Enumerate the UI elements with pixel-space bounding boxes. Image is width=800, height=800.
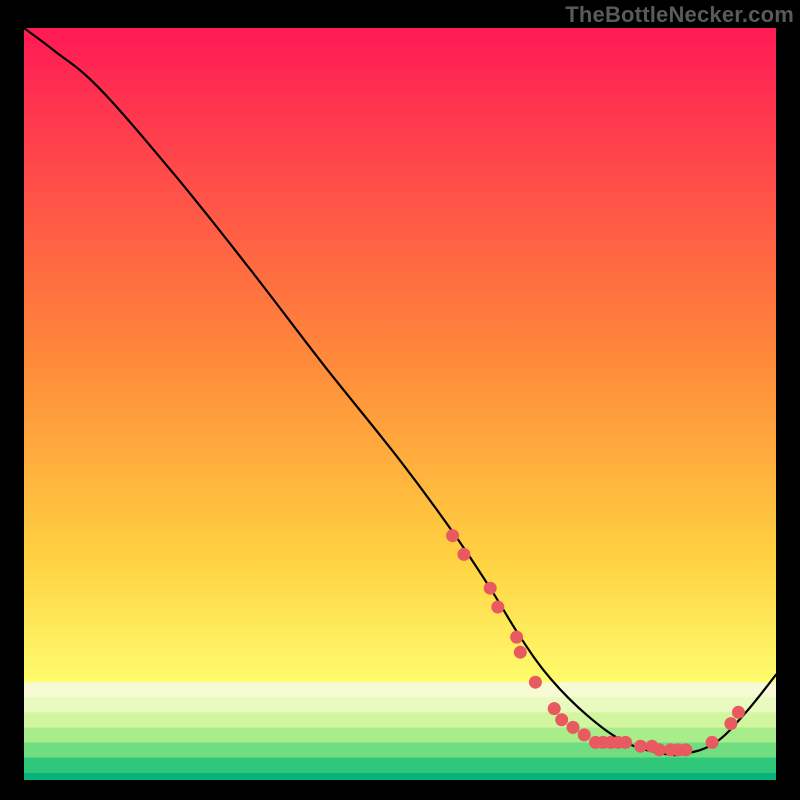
marker-dot [529, 676, 542, 689]
plot-area [24, 28, 776, 780]
chart-frame: TheBottleNecker.com [0, 0, 800, 800]
band-stripe [24, 727, 776, 742]
attribution-text: TheBottleNecker.com [565, 2, 794, 28]
marker-dot [724, 717, 737, 730]
marker-dot [510, 631, 523, 644]
marker-dot [457, 548, 470, 561]
marker-dot [491, 601, 504, 614]
marker-dot [619, 736, 632, 749]
marker-dot [634, 740, 647, 753]
bottom-green-band [24, 682, 776, 780]
band-stripe [24, 773, 776, 781]
marker-dot [548, 702, 561, 715]
marker-dot [567, 721, 580, 734]
marker-dot [555, 713, 568, 726]
marker-dot [732, 706, 745, 719]
band-stripe [24, 757, 776, 772]
band-stripe [24, 682, 776, 697]
marker-dot [514, 646, 527, 659]
chart-svg [24, 28, 776, 780]
marker-dot [679, 743, 692, 756]
marker-dot [446, 529, 459, 542]
band-stripe [24, 697, 776, 712]
marker-dot [578, 728, 591, 741]
marker-dot [653, 743, 666, 756]
band-stripe [24, 712, 776, 727]
gradient-background [24, 28, 776, 780]
marker-dot [706, 736, 719, 749]
marker-dot [484, 582, 497, 595]
